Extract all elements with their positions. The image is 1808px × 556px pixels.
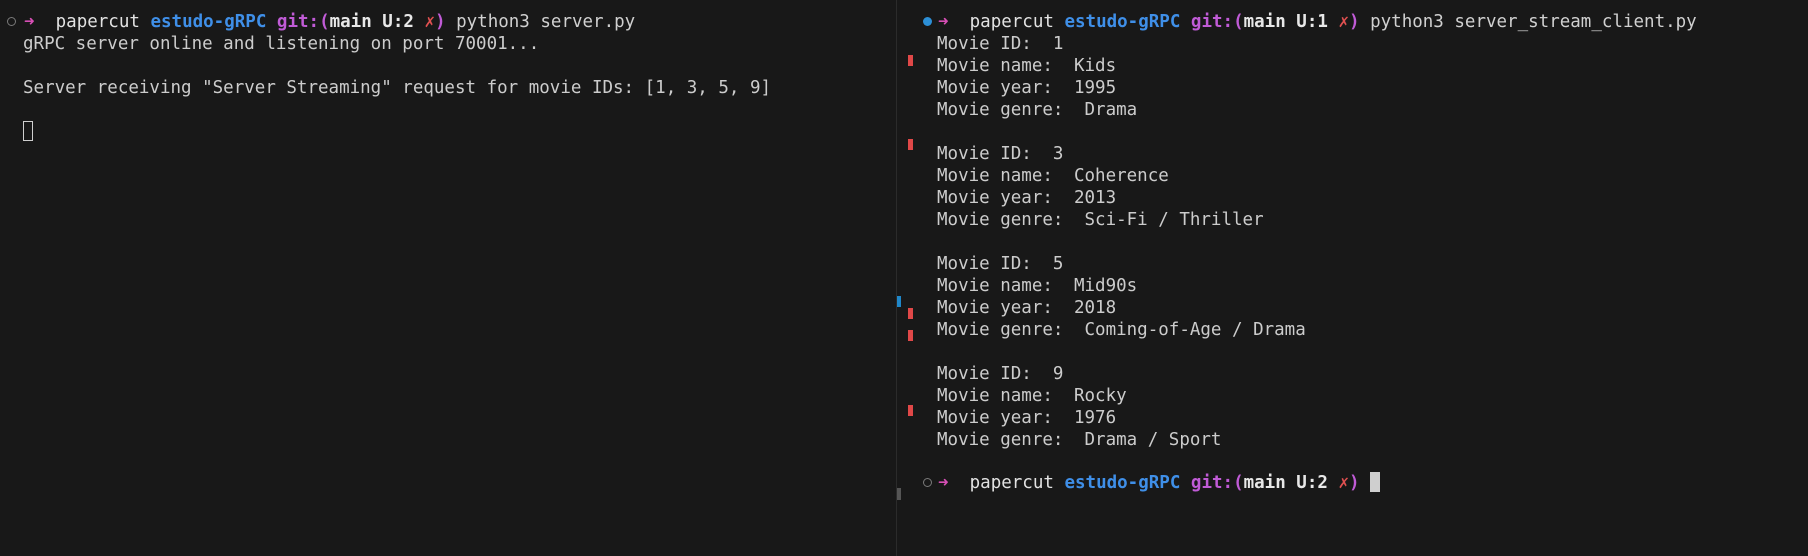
prompt-git-close: ) xyxy=(1349,12,1360,32)
output-line: Movie genre: Drama xyxy=(937,100,1138,120)
prompt-user: papercut xyxy=(969,473,1054,493)
output-line: Movie ID: 5 xyxy=(937,254,1064,274)
output-line: Movie genre: Coming-of-Age / Drama xyxy=(937,320,1306,340)
output-line: Movie name: Mid90s xyxy=(937,276,1138,296)
output-line: Movie ID: 1 xyxy=(937,34,1064,54)
prompt-git-label: git:( xyxy=(276,12,330,32)
terminal-cursor[interactable] xyxy=(1370,472,1381,492)
terminal-command: python3 server.py xyxy=(456,12,636,32)
terminal-command: python3 server_stream_client.py xyxy=(1370,12,1697,32)
prompt-git-label: git:( xyxy=(1190,12,1244,32)
output-line: gRPC server online and listening on port… xyxy=(23,34,540,54)
command-status-dot-icon xyxy=(7,17,16,26)
output-line: Movie genre: Sci-Fi / Thriller xyxy=(937,210,1264,230)
output-line: Movie genre: Drama / Sport xyxy=(937,430,1222,450)
prompt-arrow-icon: ➜ xyxy=(938,12,949,32)
output-line: Movie year: 1995 xyxy=(937,78,1117,98)
output-line: Movie name: Coherence xyxy=(937,166,1169,186)
output-line: Movie ID: 9 xyxy=(937,364,1064,384)
prompt-dirty-marker: ✗ xyxy=(1338,12,1349,32)
command-status-dot-icon xyxy=(923,478,932,487)
prompt-arrow-icon: ➜ xyxy=(938,473,949,493)
terminal-prompt[interactable]: ➜ papercut estudo-gRPC git:(main U:2 ✗) xyxy=(938,472,1381,494)
output-line: Movie year: 2018 xyxy=(937,298,1117,318)
prompt-git-close: ) xyxy=(1349,473,1360,493)
prompt-arrow-icon: ➜ xyxy=(24,12,35,32)
prompt-branch: main U:2 xyxy=(329,12,414,32)
prompt-directory: estudo-gRPC xyxy=(1064,12,1181,32)
terminal-prompt: ➜ papercut estudo-gRPC git:(main U:2 ✗) … xyxy=(24,11,635,33)
prompt-dirty-marker: ✗ xyxy=(424,12,435,32)
output-line: Server receiving "Server Streaming" requ… xyxy=(23,78,772,98)
output-line: Movie ID: 3 xyxy=(937,144,1064,164)
prompt-directory: estudo-gRPC xyxy=(150,12,267,32)
terminal-cursor xyxy=(23,121,33,141)
prompt-branch: main U:2 xyxy=(1243,473,1328,493)
left-terminal-pane[interactable]: ➜ papercut estudo-gRPC git:(main U:2 ✗) … xyxy=(0,0,896,556)
prompt-branch: main U:1 xyxy=(1243,12,1328,32)
prompt-git-close: ) xyxy=(435,12,446,32)
prompt-directory: estudo-gRPC xyxy=(1064,473,1181,493)
prompt-user: papercut xyxy=(55,12,140,32)
prompt-user: papercut xyxy=(969,12,1054,32)
output-line: Movie year: 2013 xyxy=(937,188,1117,208)
prompt-git-label: git:( xyxy=(1190,473,1244,493)
output-line: Movie name: Kids xyxy=(937,56,1117,76)
output-line: Movie year: 1976 xyxy=(937,408,1117,428)
right-terminal-pane[interactable]: ➜ papercut estudo-gRPC git:(main U:1 ✗) … xyxy=(897,0,1808,556)
output-line: Movie name: Rocky xyxy=(937,386,1127,406)
command-running-dot-icon xyxy=(923,17,932,26)
prompt-dirty-marker: ✗ xyxy=(1338,473,1349,493)
terminal-prompt: ➜ papercut estudo-gRPC git:(main U:1 ✗) … xyxy=(938,11,1697,33)
